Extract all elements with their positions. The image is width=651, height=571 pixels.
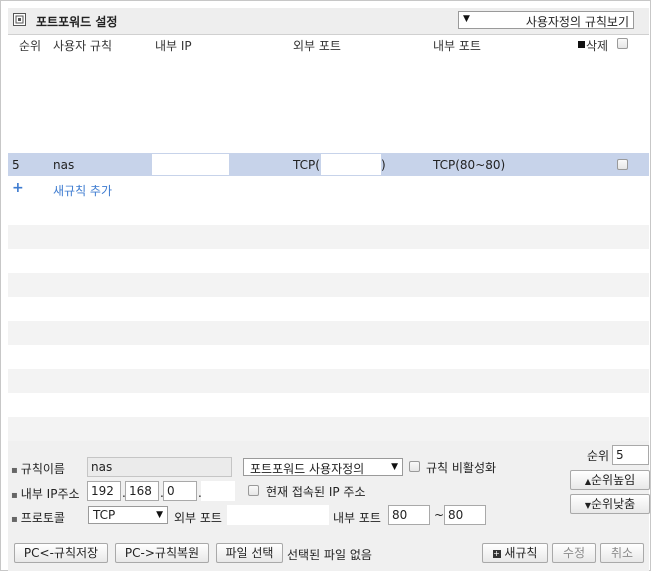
disable-rule-label: 규칙 비활성화 xyxy=(426,461,497,475)
external-port-label: 외부 포트 xyxy=(174,511,222,525)
col-order: 순위 xyxy=(19,39,42,53)
rule-name: nas xyxy=(53,158,75,172)
col-external-port: 외부 포트 xyxy=(293,39,341,53)
rule-name-input[interactable]: nas xyxy=(87,457,232,477)
empty-row xyxy=(8,417,649,441)
empty-row xyxy=(8,321,649,345)
rule-name-label: ▪ 규칙이름 xyxy=(11,462,65,476)
empty-row xyxy=(8,369,649,393)
use-current-ip-label: 현재 접속된 IP 주소 xyxy=(266,485,366,499)
dropdown-arrow-icon: ▼ xyxy=(463,14,470,24)
cancel-button[interactable]: 취소 xyxy=(600,543,644,563)
internal-port-to-input[interactable]: 80 xyxy=(444,505,486,525)
add-rule-link[interactable]: 새규칙 추가 xyxy=(53,182,112,199)
rule-delete-checkbox[interactable] xyxy=(617,159,628,170)
internal-port-from-input[interactable]: 80 xyxy=(388,505,430,525)
rule-external-port-end: ) xyxy=(381,158,386,172)
ip-octet-1-input[interactable]: 192 xyxy=(87,481,121,501)
rule-external-port-redacted xyxy=(321,154,381,175)
empty-row xyxy=(8,297,649,321)
order-up-button[interactable]: ▲순위높임 xyxy=(570,470,650,490)
protocol-label: ▪ 프로토콜 xyxy=(11,511,65,525)
empty-row xyxy=(8,273,649,297)
empty-row xyxy=(8,393,649,417)
rule-external-port: TCP( xyxy=(293,158,320,172)
internal-port-label: 내부 포트 xyxy=(333,511,381,525)
col-delete: 삭제 xyxy=(586,39,609,53)
page-title: 포트포워드 설정 xyxy=(36,15,118,29)
order-input[interactable]: 5 xyxy=(612,445,649,465)
rule-view-select[interactable]: ▼ 사용자정의 규칙보기 xyxy=(458,11,634,29)
title-bar: 포트포워드 설정 ▼ 사용자정의 규칙보기 xyxy=(8,8,649,35)
select-all-checkbox[interactable] xyxy=(617,38,628,49)
save-rules-to-pc-button[interactable]: PC<-규칙저장 xyxy=(14,543,108,563)
rule-internal-port: TCP(80~80) xyxy=(433,158,506,172)
empty-row xyxy=(8,345,649,369)
rule-internal-ip xyxy=(152,154,229,175)
disable-rule-checkbox[interactable] xyxy=(409,461,420,472)
ip-octet-2-input[interactable]: 168 xyxy=(125,481,159,501)
modify-button[interactable]: 수정 xyxy=(552,543,596,563)
protocol-select[interactable]: TCP ▼ xyxy=(88,506,168,524)
rule-order: 5 xyxy=(12,158,20,172)
ip-octet-3-input[interactable]: 0 xyxy=(163,481,197,501)
restore-rules-from-pc-button[interactable]: PC->규칙복원 xyxy=(115,543,209,563)
order-down-button[interactable]: ▼순위낮춤 xyxy=(570,494,650,514)
empty-row xyxy=(8,225,649,249)
plus-box-icon: + xyxy=(492,548,501,558)
ip-octet-4-input[interactable] xyxy=(201,481,235,501)
col-internal-ip: 내부 IP xyxy=(155,39,192,53)
dropdown-arrow-icon: ▼ xyxy=(156,510,163,520)
port-range-separator: ~ xyxy=(434,508,445,522)
use-current-ip-checkbox[interactable] xyxy=(248,485,259,496)
selected-file-status: 선택된 파일 없음 xyxy=(287,548,372,562)
add-rule-icon[interactable]: + xyxy=(12,180,24,196)
empty-row xyxy=(8,201,649,225)
order-label: 순위 xyxy=(587,449,610,463)
empty-row xyxy=(8,249,649,273)
col-user-rule: 사용자 규칙 xyxy=(53,39,113,53)
external-port-input[interactable] xyxy=(227,505,329,525)
delete-all-icon[interactable] xyxy=(578,41,585,48)
file-select-button[interactable]: 파일 선택 xyxy=(216,543,283,563)
rule-type-select[interactable]: 포트포워드 사용자정의 ▼ xyxy=(243,458,403,476)
port-forward-icon xyxy=(13,13,26,26)
dropdown-arrow-icon: ▼ xyxy=(391,462,398,472)
new-rule-button[interactable]: + 새규칙 xyxy=(482,543,548,563)
col-internal-port: 내부 포트 xyxy=(433,39,481,53)
internal-ip-label: ▪ 내부 IP주소 xyxy=(11,487,80,501)
